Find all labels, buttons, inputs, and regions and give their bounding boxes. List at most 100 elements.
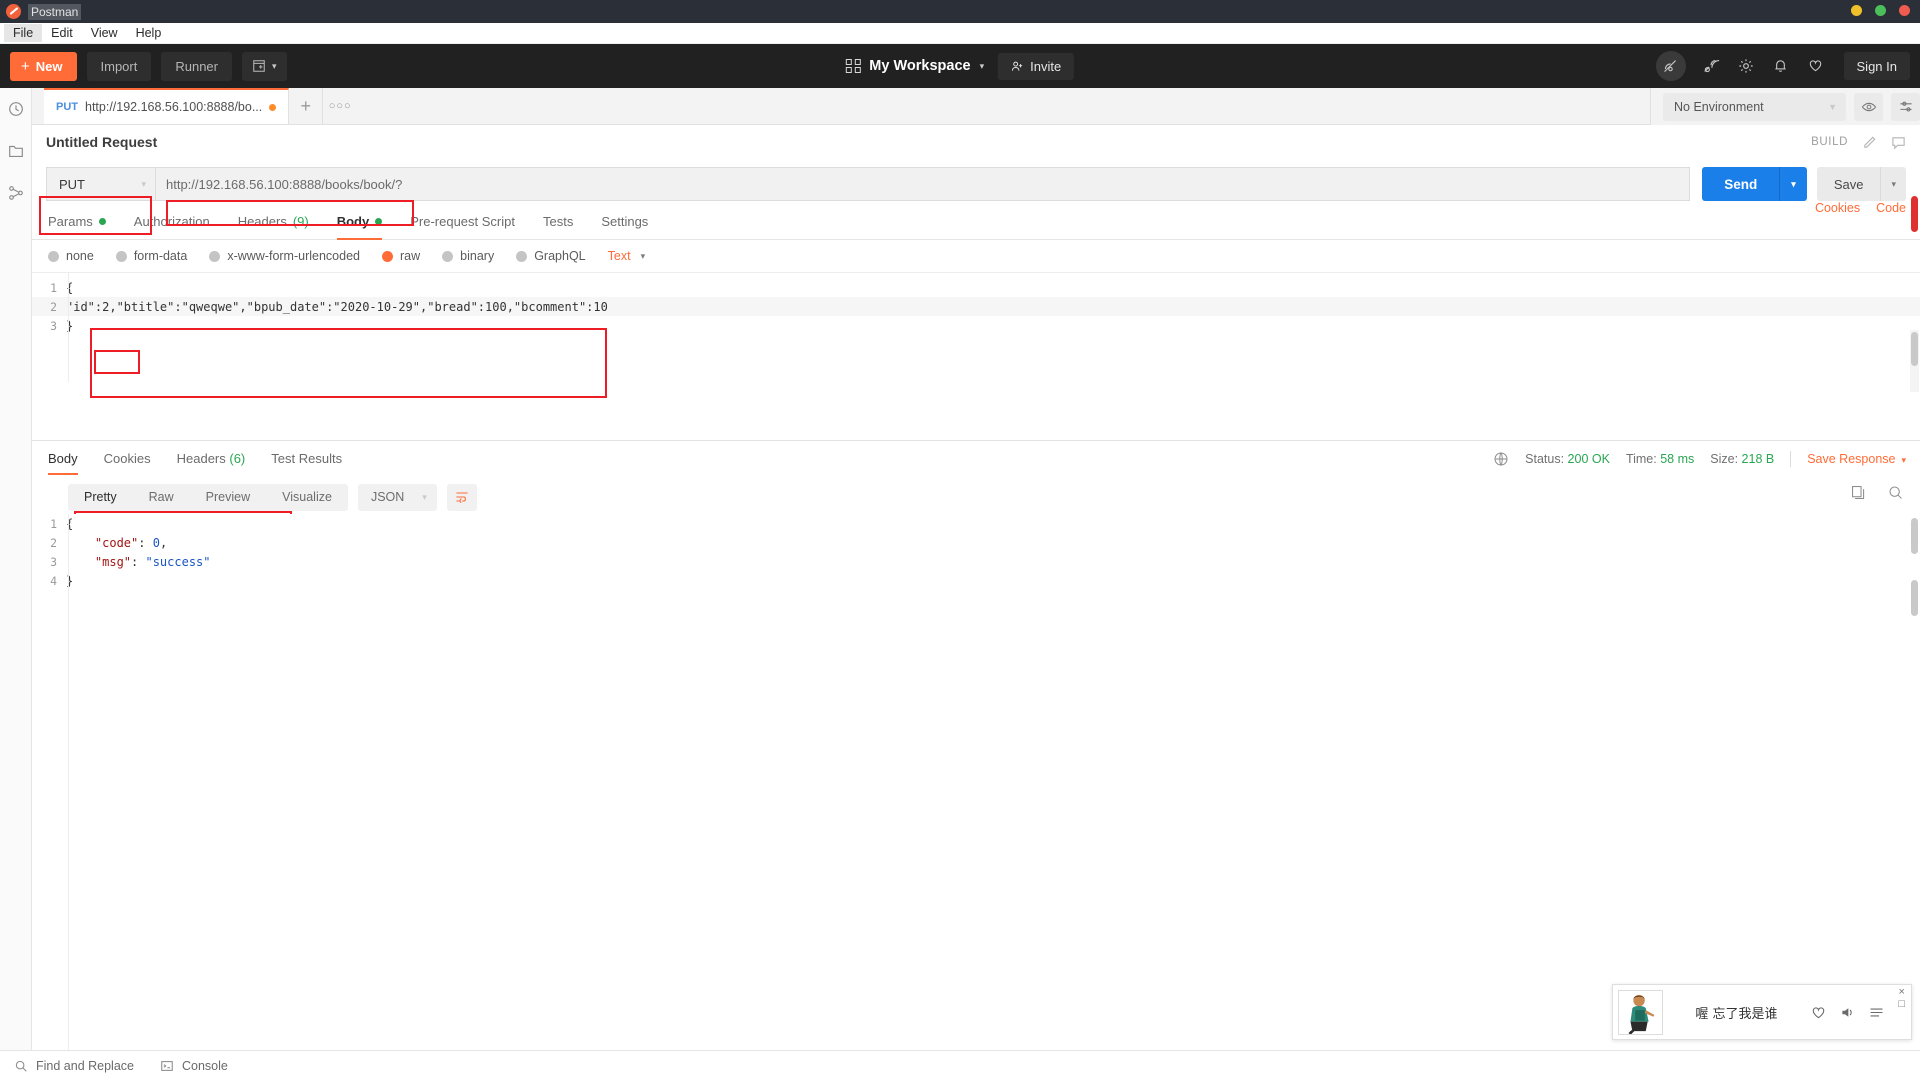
gear-icon[interactable] bbox=[1737, 57, 1756, 76]
send-button[interactable]: Send ▾ bbox=[1702, 167, 1807, 201]
environment-selector[interactable]: No Environment ▼ bbox=[1663, 92, 1846, 121]
find-and-replace-button[interactable]: Find and Replace bbox=[14, 1059, 134, 1073]
console-button[interactable]: Console bbox=[160, 1059, 228, 1073]
collections-icon[interactable] bbox=[7, 142, 25, 160]
request-body-editor[interactable]: 1 { 2 "id":2,"btitle":"qweqwe","bpub_dat… bbox=[32, 272, 1920, 382]
find-and-replace-label: Find and Replace bbox=[36, 1058, 134, 1073]
response-format-selector[interactable]: JSON ▾ bbox=[357, 483, 437, 511]
person-add-icon bbox=[1012, 61, 1023, 71]
response-tab-body[interactable]: Body bbox=[48, 442, 91, 475]
gutter-divider bbox=[68, 514, 69, 1050]
tab-headers[interactable]: Headers (9) bbox=[224, 214, 323, 239]
close-button[interactable] bbox=[1899, 5, 1910, 16]
tab-params[interactable]: Params bbox=[46, 214, 120, 239]
menu-view[interactable]: View bbox=[82, 24, 127, 42]
media-player-widget[interactable]: 喔 忘了我是谁 × □ bbox=[1612, 984, 1912, 1040]
album-art-icon bbox=[1618, 989, 1663, 1035]
view-mode-preview[interactable]: Preview bbox=[190, 484, 266, 511]
url-input[interactable]: http://192.168.56.100:8888/books/book/? bbox=[156, 167, 1691, 201]
method-selector[interactable]: PUT ▾ bbox=[46, 167, 156, 201]
raw-format-selector[interactable]: Text ▾ bbox=[608, 249, 645, 263]
runner-button[interactable]: Runner bbox=[161, 51, 232, 81]
window-title: Postman bbox=[28, 3, 82, 20]
chevron-down-icon[interactable]: ▾ bbox=[1881, 179, 1906, 190]
import-button[interactable]: Import bbox=[86, 51, 152, 81]
response-format-label: JSON bbox=[370, 490, 405, 504]
menu-file[interactable]: File bbox=[4, 24, 43, 42]
edit-icon[interactable] bbox=[1862, 135, 1877, 150]
response-tab-cookies[interactable]: Cookies bbox=[91, 442, 164, 475]
comment-icon[interactable] bbox=[1891, 135, 1906, 150]
restore-icon[interactable]: □ bbox=[1898, 999, 1905, 1010]
minimize-button[interactable] bbox=[1851, 5, 1862, 16]
body-type-urlencoded[interactable]: x-www-form-urlencoded bbox=[209, 249, 360, 263]
line-number: 4 bbox=[50, 573, 57, 588]
request-tab[interactable]: PUT http://192.168.56.100:8888/bo... bbox=[44, 88, 290, 124]
view-mode-pretty[interactable]: Pretty bbox=[68, 484, 133, 511]
body-type-raw[interactable]: raw bbox=[382, 249, 420, 263]
url-scrollbar[interactable] bbox=[1910, 196, 1919, 232]
scrollbar-thumb[interactable] bbox=[1911, 196, 1918, 232]
tab-pre-request-script[interactable]: Pre-request Script bbox=[396, 214, 529, 239]
copy-icon[interactable] bbox=[1850, 484, 1867, 501]
response-tab-headers[interactable]: Headers (6) bbox=[164, 442, 259, 475]
body-type-selector: none form-data x-www-form-urlencoded raw… bbox=[32, 240, 1920, 272]
response-body-viewer[interactable]: 1 { 2 "code": 0, 3 "msg": "success" 4 } bbox=[32, 514, 1920, 1050]
tab-settings[interactable]: Settings bbox=[587, 214, 662, 239]
menu-help[interactable]: Help bbox=[127, 24, 171, 42]
view-mode-visualize[interactable]: Visualize bbox=[266, 484, 348, 511]
scrollbar-thumb[interactable] bbox=[1911, 518, 1918, 554]
new-tab-button[interactable]: + bbox=[289, 88, 324, 124]
new-window-button[interactable]: ▾ bbox=[241, 51, 287, 81]
heart-icon[interactable] bbox=[1810, 1004, 1827, 1021]
apis-icon[interactable] bbox=[7, 184, 25, 202]
environment-label: No Environment bbox=[1674, 99, 1764, 114]
satellite-off-icon[interactable] bbox=[1655, 51, 1686, 81]
code-link[interactable]: Code bbox=[1876, 201, 1906, 215]
invite-button[interactable]: Invite bbox=[998, 52, 1075, 80]
body-type-none[interactable]: none bbox=[48, 249, 94, 263]
response-tab-test-results[interactable]: Test Results bbox=[258, 442, 355, 475]
time-value: 58 ms bbox=[1660, 451, 1695, 466]
radio-icon bbox=[115, 250, 127, 262]
request-body-scrollbar[interactable] bbox=[1910, 330, 1919, 392]
workspace-switcher[interactable]: My Workspace ▾ bbox=[845, 58, 984, 74]
chevron-down-icon[interactable]: ▾ bbox=[1780, 179, 1807, 190]
left-sidebar-rail bbox=[0, 88, 32, 1050]
body-type-binary[interactable]: binary bbox=[442, 249, 494, 263]
cookies-link[interactable]: Cookies bbox=[1815, 201, 1860, 215]
tab-tests[interactable]: Tests bbox=[529, 214, 587, 239]
tab-authorization[interactable]: Authorization bbox=[120, 214, 224, 239]
volume-icon[interactable] bbox=[1839, 1004, 1856, 1021]
satellite-icon[interactable] bbox=[1702, 57, 1721, 76]
menu-edit[interactable]: Edit bbox=[42, 24, 82, 42]
wrap-text-icon bbox=[456, 492, 468, 503]
environment-quick-look-button[interactable] bbox=[1854, 92, 1883, 121]
request-pane: Untitled Request BUILD PUT ▾ http://192.… bbox=[32, 125, 1920, 382]
chevron-down-icon: ▾ bbox=[141, 178, 146, 189]
heart-icon[interactable] bbox=[1807, 57, 1826, 76]
body-type-graphql[interactable]: GraphQL bbox=[516, 249, 586, 263]
scrollbar-thumb[interactable] bbox=[1911, 580, 1918, 616]
window-controls[interactable] bbox=[1851, 5, 1910, 16]
response-body-scrollbar[interactable] bbox=[1910, 514, 1919, 1050]
view-mode-raw[interactable]: Raw bbox=[133, 484, 190, 511]
environment-settings-button[interactable] bbox=[1891, 92, 1920, 121]
scrollbar-thumb[interactable] bbox=[1911, 332, 1918, 366]
playlist-icon[interactable] bbox=[1868, 1004, 1885, 1021]
body-type-form-data[interactable]: form-data bbox=[115, 249, 188, 263]
sign-in-button[interactable]: Sign In bbox=[1843, 52, 1910, 80]
wrap-lines-button[interactable] bbox=[446, 483, 477, 511]
bell-icon[interactable] bbox=[1772, 57, 1791, 76]
maximize-button[interactable] bbox=[1875, 5, 1886, 16]
save-button[interactable]: Save ▾ bbox=[1816, 167, 1906, 201]
radio-icon bbox=[209, 250, 221, 262]
tab-options-button[interactable]: ○○○ bbox=[323, 88, 357, 124]
search-icon[interactable] bbox=[1887, 484, 1904, 501]
history-icon[interactable] bbox=[7, 100, 25, 118]
tab-body[interactable]: Body bbox=[323, 214, 397, 240]
close-icon[interactable]: × bbox=[1898, 987, 1904, 998]
body-type-label: form-data bbox=[133, 249, 188, 263]
save-response-button[interactable]: Save Response ▾ bbox=[1807, 452, 1906, 466]
new-button[interactable]: + New bbox=[10, 51, 77, 81]
